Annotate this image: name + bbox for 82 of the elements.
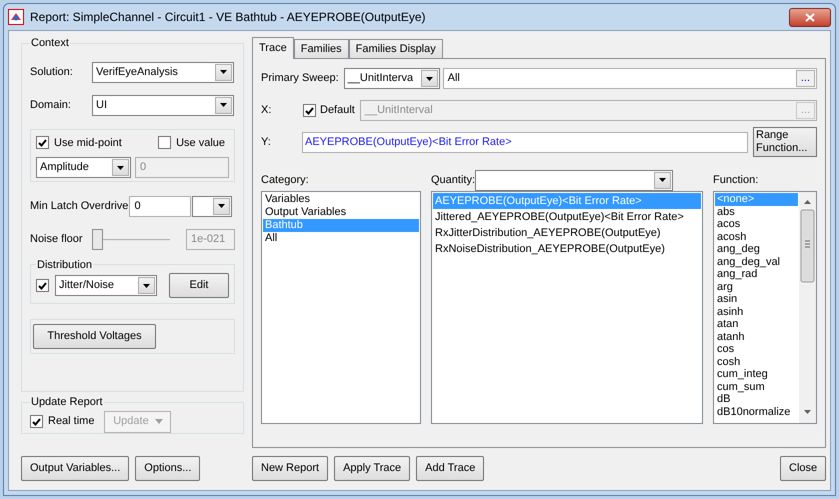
list-item[interactable]: ang_deg_val: [715, 256, 798, 268]
scrollbar[interactable]: [799, 192, 816, 423]
input-field[interactable]: AEYEPROBE(OutputEye)<Bit Error Rate>: [302, 132, 748, 152]
group-legend: Distribution: [36, 256, 94, 273]
group-legend: Context: [30, 35, 70, 52]
caret-icon: [143, 284, 150, 288]
list-item[interactable]: Output Variables: [263, 206, 419, 219]
dropdown[interactable]: VerifEyeAnalysis: [92, 62, 234, 82]
list-label: Function:: [713, 173, 760, 188]
close-button[interactable]: [789, 8, 831, 26]
close-icon: [805, 12, 815, 22]
field-label: Y:: [261, 134, 272, 150]
list-item[interactable]: Variables: [263, 193, 419, 206]
caret-icon: [426, 76, 433, 80]
button[interactable]: New Report: [252, 456, 328, 481]
list-item[interactable]: RxJitterDistribution_AEYEPROBE(OutputEye): [433, 225, 701, 241]
list-item[interactable]: All: [263, 232, 419, 245]
dropdown[interactable]: [192, 196, 232, 216]
button[interactable]: Threshold Voltages: [33, 324, 156, 349]
input-field[interactable]: All ...: [442, 68, 817, 89]
list-item[interactable]: ang_rad: [715, 268, 798, 280]
button[interactable]: Options...: [135, 456, 200, 481]
checkbox[interactable]: [36, 279, 49, 292]
tab[interactable]: Trace: [252, 37, 294, 59]
list-item[interactable]: dB: [715, 393, 798, 406]
tab[interactable]: Families Display: [348, 39, 443, 58]
browse-button[interactable]: ...: [796, 70, 815, 87]
caret-icon: [117, 166, 124, 170]
group-legend: Update Report: [30, 394, 104, 410]
list-item[interactable]: acosh: [715, 230, 798, 243]
button[interactable]: Add Trace: [416, 456, 484, 481]
dropdown[interactable]: __UnitInterva: [344, 68, 440, 89]
dropdown[interactable]: Amplitude: [36, 157, 131, 178]
dropdown[interactable]: [475, 170, 674, 190]
input-field[interactable]: 0: [129, 196, 192, 216]
list-item[interactable]: Jittered_AEYEPROBE(OutputEye)<Bit Error Rate>: [433, 209, 701, 225]
list-item[interactable]: atanh: [715, 330, 798, 343]
button[interactable]: Output Variables...: [21, 456, 130, 481]
button[interactable]: Edit: [169, 273, 229, 298]
slider-thumb[interactable]: [92, 228, 103, 250]
range-function-button[interactable]: Range Function...: [753, 127, 817, 157]
dropdown[interactable]: UI: [92, 94, 234, 116]
list-item[interactable]: cosh: [715, 356, 798, 368]
list-item[interactable]: abs: [715, 206, 798, 218]
field-label: Solution:: [30, 64, 74, 80]
field-label: Min Latch Overdrive: [30, 198, 128, 214]
button[interactable]: Apply Trace: [334, 456, 410, 481]
list-item[interactable]: dB10normalize: [715, 406, 798, 418]
checkbox-label: Real time: [48, 414, 94, 430]
list-item[interactable]: cos: [715, 343, 798, 356]
list-label: Category:: [261, 173, 310, 188]
caret-icon: [659, 178, 666, 182]
caret-icon: [154, 419, 163, 424]
checkbox[interactable]: [30, 415, 43, 428]
app-icon: [8, 9, 24, 25]
list-item[interactable]: asinh: [715, 306, 798, 318]
field-label: Noise floor: [30, 232, 84, 248]
caret-icon: [218, 204, 226, 208]
caret-icon: [220, 70, 227, 74]
checkbox[interactable]: [158, 136, 172, 150]
list-item[interactable]: RxNoiseDistribution_AEYEPROBE(OutputEye): [433, 241, 701, 257]
window-title: Report: SimpleChannel - Circuit1 - VE Bathtub - AEYEPROBE(OutputEye): [30, 9, 426, 26]
checkbox[interactable]: [36, 136, 49, 150]
tab[interactable]: Families: [294, 39, 349, 58]
list-item[interactable]: asin: [715, 293, 798, 306]
checkbox-label: Default: [320, 103, 355, 118]
field-label: X:: [261, 103, 272, 118]
list-item[interactable]: cum_sum: [715, 380, 798, 393]
list-item[interactable]: cum_integ: [715, 368, 798, 380]
checkbox-label: Use value: [176, 136, 225, 150]
field-label: Domain:: [30, 98, 72, 113]
list-label: Quantity:: [431, 172, 476, 188]
checkbox[interactable]: [303, 104, 316, 117]
list-item[interactable]: ang_deg: [715, 243, 798, 256]
list-item[interactable]: arg: [715, 280, 798, 293]
button[interactable]: Close: [780, 456, 826, 481]
field-label: Primary Sweep:: [261, 71, 339, 86]
list-item[interactable]: atan: [715, 318, 798, 330]
caret-icon: [220, 103, 227, 107]
dropdown[interactable]: Jitter/Noise: [55, 275, 157, 296]
checkbox-label: Use mid-point: [54, 136, 122, 150]
list-item[interactable]: acos: [715, 218, 798, 230]
